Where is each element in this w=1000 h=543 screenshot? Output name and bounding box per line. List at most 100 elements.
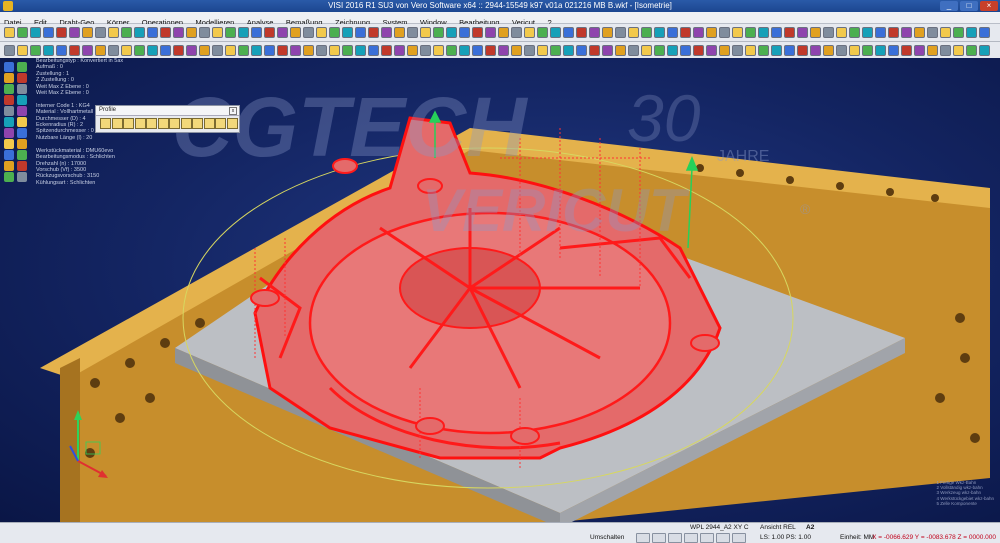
toolbar-icon-48[interactable] [615,27,626,38]
left-tool-icon-7[interactable] [4,95,14,105]
toolbar-icon-12[interactable] [147,27,158,38]
tool-icon-74[interactable] [953,45,964,56]
tool-icon-9[interactable] [108,45,119,56]
tool-icon-34[interactable] [433,45,444,56]
toolbar-icon-30[interactable] [381,27,392,38]
tool-icon-61[interactable] [784,45,795,56]
tool-icon-49[interactable] [628,45,639,56]
toolbar-icon-56[interactable] [719,27,730,38]
tool-icon-33[interactable] [420,45,431,56]
toolbar-icon-27[interactable] [342,27,353,38]
tool-icon-62[interactable] [797,45,808,56]
toolbar-icon-3[interactable] [30,27,41,38]
left-tool-icon-18[interactable] [17,150,27,160]
tool-icon-30[interactable] [381,45,392,56]
left-tool-icon-12[interactable] [17,117,27,127]
tool-icon-28[interactable] [355,45,366,56]
profile-icon-2[interactable] [111,118,123,129]
tool-icon-38[interactable] [485,45,496,56]
tool-icon-68[interactable] [875,45,886,56]
tool-icon-11[interactable] [134,45,145,56]
tool-icon-45[interactable] [576,45,587,56]
toolbar-icon-69[interactable] [888,27,899,38]
tool-icon-36[interactable] [459,45,470,56]
toolbar-icon-1[interactable] [4,27,15,38]
left-tool-icon-14[interactable] [17,128,27,138]
left-tool-icon-10[interactable] [17,106,27,116]
tool-icon-29[interactable] [368,45,379,56]
left-tool-icon-5[interactable] [4,84,14,94]
toolbar-icon-34[interactable] [433,27,444,38]
tool-icon-18[interactable] [225,45,236,56]
tool-icon-48[interactable] [615,45,626,56]
toolbar-icon-64[interactable] [823,27,834,38]
toolbar-icon-29[interactable] [368,27,379,38]
toolbar-icon-49[interactable] [628,27,639,38]
toolbar-icon-41[interactable] [524,27,535,38]
tool-icon-63[interactable] [810,45,821,56]
toolbar-icon-76[interactable] [979,27,990,38]
tool-icon-73[interactable] [940,45,951,56]
toolbar-icon-60[interactable] [771,27,782,38]
toolbar-icon-46[interactable] [589,27,600,38]
maximize-button[interactable]: □ [960,1,978,11]
close-button[interactable]: × [980,1,998,11]
toolbar-icon-20[interactable] [251,27,262,38]
toolbar-icon-55[interactable] [706,27,717,38]
toolbar-icon-5[interactable] [56,27,67,38]
profile-icon-6[interactable] [157,118,169,129]
toolbar-icon-17[interactable] [212,27,223,38]
left-tool-icon-13[interactable] [4,128,14,138]
tool-icon-52[interactable] [667,45,678,56]
toolbar-icon-43[interactable] [550,27,561,38]
left-tool-icon-11[interactable] [4,117,14,127]
tool-icon-4[interactable] [43,45,54,56]
toolbar-icon-44[interactable] [563,27,574,38]
toolbar-icon-71[interactable] [914,27,925,38]
toolbar-icon-28[interactable] [355,27,366,38]
tool-icon-13[interactable] [160,45,171,56]
toolbar-icon-59[interactable] [758,27,769,38]
tool-icon-26[interactable] [329,45,340,56]
toolbar-icon-53[interactable] [680,27,691,38]
toolbar-icon-10[interactable] [121,27,132,38]
tool-icon-3[interactable] [30,45,41,56]
left-tool-icon-16[interactable] [17,139,27,149]
toolbar-icon-2[interactable] [17,27,28,38]
toolbar-icon-37[interactable] [472,27,483,38]
toolbar-icon-26[interactable] [329,27,340,38]
profile-icon-3[interactable] [123,118,134,129]
toolbar-icon-62[interactable] [797,27,808,38]
tool-icon-2[interactable] [17,45,28,56]
toolbar-icon-51[interactable] [654,27,665,38]
toolbar-icon-52[interactable] [667,27,678,38]
toolbar-icon-47[interactable] [602,27,613,38]
tool-icon-32[interactable] [407,45,418,56]
left-tool-icon-20[interactable] [17,161,27,171]
profile-icon-4[interactable] [134,118,146,129]
toolbar-icon-19[interactable] [238,27,249,38]
toolbar-icon-63[interactable] [810,27,821,38]
tool-icon-44[interactable] [563,45,574,56]
tool-icon-58[interactable] [745,45,756,56]
tool-icon-67[interactable] [862,45,873,56]
toolbar-icon-18[interactable] [225,27,236,38]
tool-icon-57[interactable] [732,45,743,56]
toggle-button[interactable]: Umschalten [590,533,624,542]
toolbar-icon-40[interactable] [511,27,522,38]
tool-icon-27[interactable] [342,45,353,56]
tool-icon-54[interactable] [693,45,704,56]
tool-icon-65[interactable] [836,45,847,56]
left-tool-icon-9[interactable] [4,106,14,116]
profile-icon-11[interactable] [215,118,226,129]
toolbar-icon-39[interactable] [498,27,509,38]
toolbar-icon-8[interactable] [95,27,106,38]
left-tool-icon-4[interactable] [17,73,27,83]
tool-icon-35[interactable] [446,45,457,56]
tool-icon-40[interactable] [511,45,522,56]
toolbar-icon-24[interactable] [303,27,314,38]
toolbar-icon-7[interactable] [82,27,93,38]
left-tool-icon-2[interactable] [17,62,27,72]
toolbar-icon-67[interactable] [862,27,873,38]
tool-icon-66[interactable] [849,45,860,56]
